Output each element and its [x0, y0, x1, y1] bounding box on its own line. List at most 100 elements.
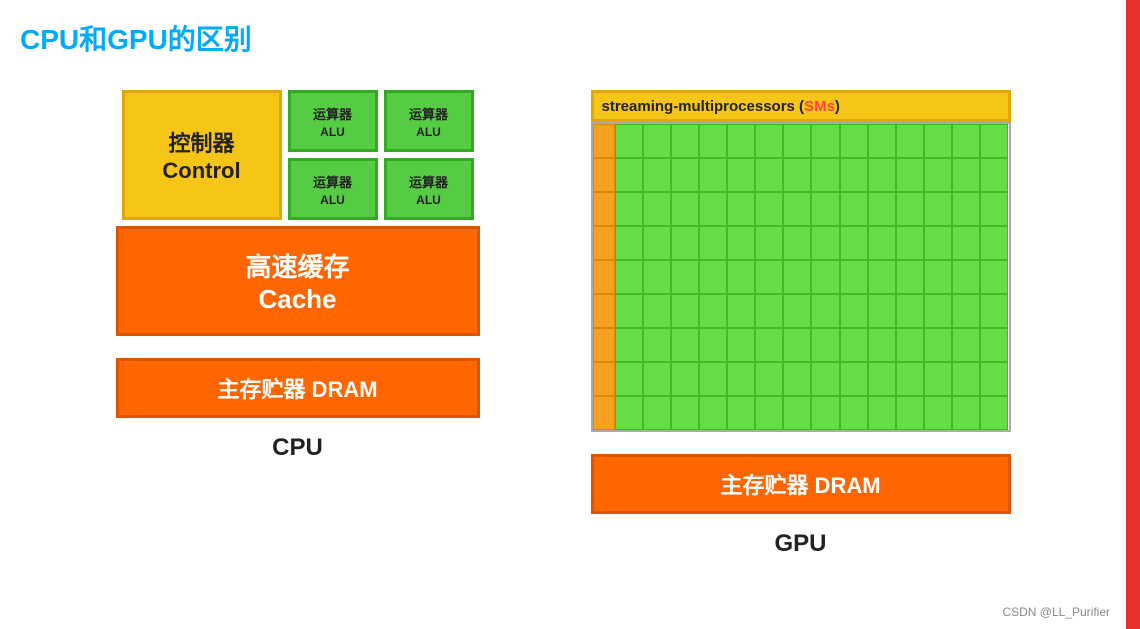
gpu-cell — [980, 158, 1008, 192]
alu-en-4: ALU — [416, 193, 441, 207]
gpu-row-indicator — [593, 328, 615, 362]
gpu-cell — [643, 362, 671, 396]
gpu-cell — [980, 226, 1008, 260]
gpu-cell — [952, 362, 980, 396]
gpu-cell — [783, 260, 811, 294]
gpu-cell — [924, 294, 952, 328]
gpu-cell — [868, 226, 896, 260]
gpu-cell — [755, 396, 783, 430]
alu-en-3: ALU — [320, 193, 345, 207]
gpu-row — [593, 124, 1009, 158]
gpu-cell — [643, 226, 671, 260]
gpu-row-cells — [615, 294, 1009, 328]
gpu-cell — [755, 328, 783, 362]
gpu-sm-header: streaming-multiprocessors (SMs) — [591, 90, 1011, 122]
gpu-rows-container — [591, 122, 1011, 432]
gpu-cell — [896, 124, 924, 158]
gpu-cell — [980, 362, 1008, 396]
gpu-row — [593, 396, 1009, 430]
title: CPU和GPU的区别 — [20, 18, 252, 58]
gpu-cell — [868, 124, 896, 158]
gpu-cell — [811, 124, 839, 158]
gpu-cell — [615, 362, 643, 396]
gpu-row-indicator — [593, 362, 615, 396]
gpu-cell — [811, 294, 839, 328]
gpu-dram-box: 主存贮器 DRAM — [591, 454, 1011, 514]
gpu-cell — [952, 328, 980, 362]
gpu-cell — [699, 362, 727, 396]
gpu-dram-label: 主存贮器 DRAM — [720, 468, 880, 500]
alu-box-3: 运算器 ALU — [288, 158, 378, 220]
gpu-cell — [727, 226, 755, 260]
gpu-cell — [727, 158, 755, 192]
gpu-cell — [840, 158, 868, 192]
cache-box: 高速缓存 Cache — [116, 226, 480, 336]
gpu-cell — [783, 396, 811, 430]
gpu-cell — [671, 328, 699, 362]
gpu-cell — [643, 260, 671, 294]
gpu-cell — [783, 328, 811, 362]
gpu-cell — [755, 124, 783, 158]
gpu-row — [593, 362, 1009, 396]
gpu-cell — [699, 294, 727, 328]
gpu-row-cells — [615, 328, 1009, 362]
gpu-row-cells — [615, 124, 1009, 158]
gpu-cell — [952, 226, 980, 260]
gpu-cell — [783, 158, 811, 192]
gpu-diagram-label: GPU — [774, 530, 826, 558]
gpu-row-indicator — [593, 396, 615, 430]
gpu-cell — [924, 124, 952, 158]
gpu-cell — [811, 328, 839, 362]
gpu-cell — [924, 396, 952, 430]
gpu-cell — [671, 124, 699, 158]
gpu-cell — [924, 158, 952, 192]
gpu-cell — [980, 192, 1008, 226]
alu-en-2: ALU — [416, 125, 441, 139]
red-bar — [1126, 0, 1140, 629]
gpu-cell — [924, 192, 952, 226]
gpu-cell — [755, 362, 783, 396]
gpu-cell — [727, 124, 755, 158]
gpu-cell — [671, 158, 699, 192]
gpu-row — [593, 260, 1009, 294]
gpu-cell — [896, 260, 924, 294]
gpu-cell — [868, 158, 896, 192]
gpu-cell — [840, 294, 868, 328]
alu-cn-1: 运算器 — [313, 104, 352, 123]
gpu-cell — [980, 294, 1008, 328]
gpu-cell — [980, 260, 1008, 294]
gpu-cell — [727, 192, 755, 226]
alu-cn-4: 运算器 — [409, 172, 448, 191]
gpu-cell — [811, 192, 839, 226]
gpu-cell — [615, 192, 643, 226]
gpu-row — [593, 328, 1009, 362]
gpu-cell — [840, 124, 868, 158]
gpu-cell — [952, 192, 980, 226]
gpu-cell — [671, 226, 699, 260]
gpu-cell — [811, 226, 839, 260]
gpu-cell — [868, 294, 896, 328]
gpu-cell — [755, 158, 783, 192]
gpu-cell — [727, 362, 755, 396]
alu-box-1: 运算器 ALU — [288, 90, 378, 152]
gpu-cell — [840, 328, 868, 362]
gpu-row — [593, 192, 1009, 226]
gpu-cell — [840, 192, 868, 226]
gpu-cell — [727, 294, 755, 328]
gpu-cell — [840, 396, 868, 430]
gpu-cell — [924, 226, 952, 260]
gpu-cell — [755, 294, 783, 328]
gpu-row-cells — [615, 396, 1009, 430]
gpu-cell — [783, 192, 811, 226]
cpu-dram-label: 主存贮器 DRAM — [217, 372, 377, 404]
gpu-cell — [952, 124, 980, 158]
alu-cn-2: 运算器 — [409, 104, 448, 123]
gpu-cell — [952, 260, 980, 294]
gpu-cell — [811, 362, 839, 396]
gpu-cell — [868, 396, 896, 430]
gpu-cell — [699, 226, 727, 260]
gpu-cell — [671, 396, 699, 430]
gpu-cell — [699, 328, 727, 362]
gpu-cell — [643, 192, 671, 226]
gpu-cell — [896, 362, 924, 396]
